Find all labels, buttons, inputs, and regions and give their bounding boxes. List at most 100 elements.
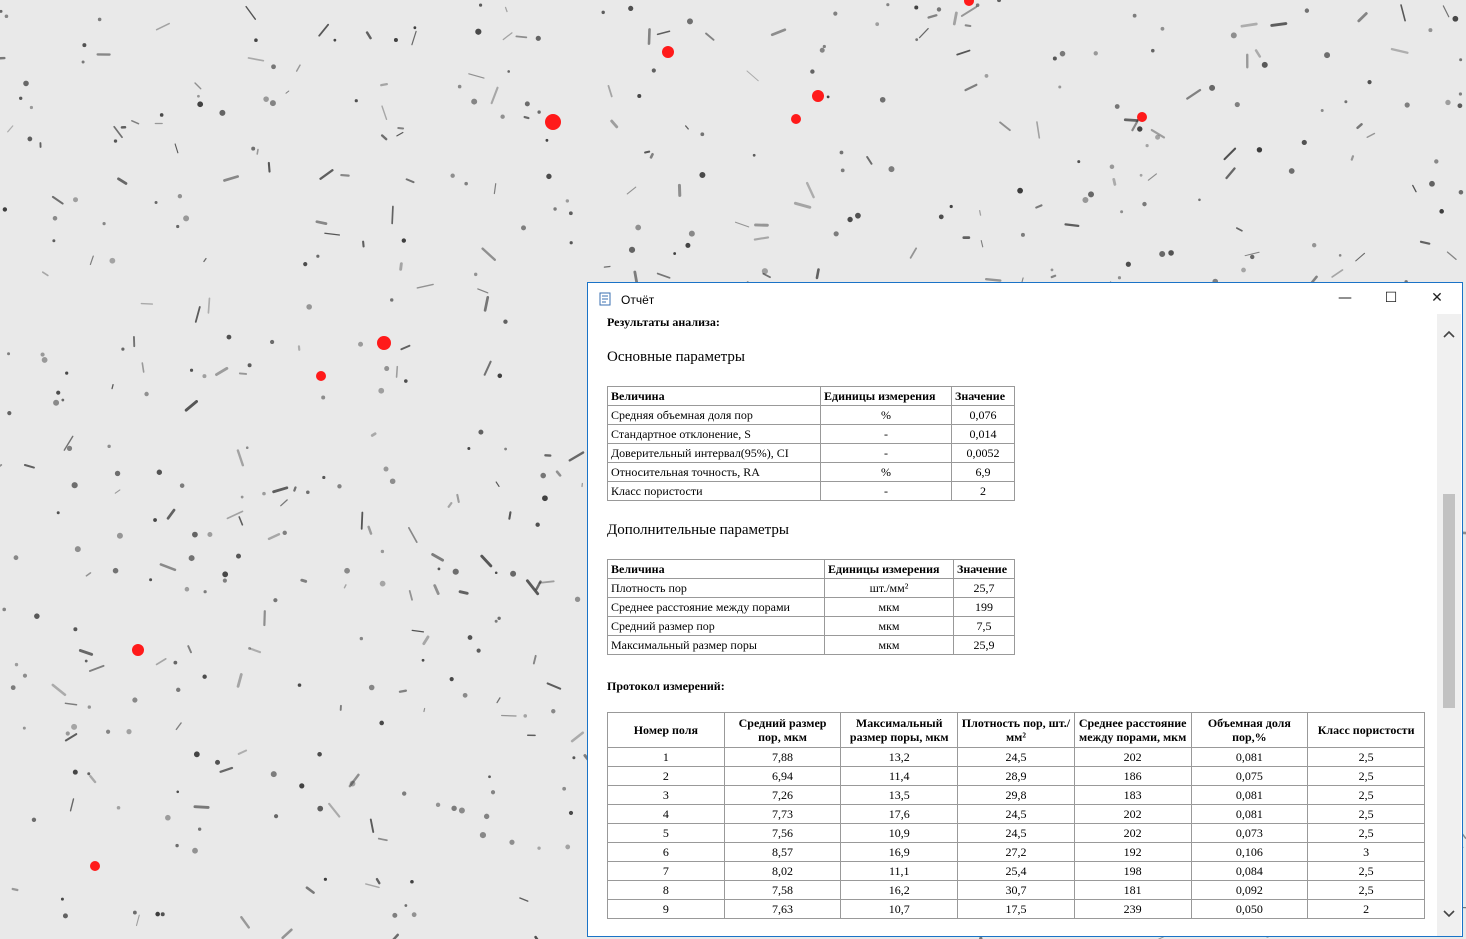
particle (52, 239, 56, 243)
particle (389, 478, 396, 485)
particle (156, 469, 163, 475)
particle (535, 522, 540, 527)
table-cell: - (820, 481, 952, 501)
particle (473, 272, 478, 277)
particle (333, 38, 337, 42)
table-cell: мкм (824, 635, 954, 655)
table-cell: 0,092 (1190, 880, 1309, 900)
table-cell: 0,106 (1190, 842, 1309, 862)
particle (1159, 251, 1166, 258)
particle (203, 590, 207, 594)
particle (202, 674, 207, 679)
particle (197, 827, 202, 831)
particle (321, 395, 326, 400)
table-row: Максимальный размер поры мкм 25,9 (607, 635, 1015, 655)
particle (565, 199, 570, 203)
table-cell: 8,02 (723, 861, 842, 881)
particle (479, 831, 487, 839)
particle (176, 790, 180, 794)
particle (551, 709, 556, 714)
minimize-button[interactable]: — (1322, 283, 1368, 313)
particle (1077, 160, 1081, 164)
particle (1117, 276, 1122, 280)
particle (1125, 261, 1131, 267)
particle (467, 635, 473, 640)
table-row: Доверительный интервал(95%), CI -0,0052 (607, 443, 1015, 463)
vertical-scrollbar[interactable] (1437, 314, 1461, 936)
column-header: Среднее расстояние между порами, мкм (1073, 712, 1192, 748)
maximize-button[interactable]: ☐ (1368, 283, 1414, 313)
particle (66, 445, 73, 451)
particle (271, 64, 276, 70)
particle (542, 495, 548, 502)
column-header: Объемная доля пор,% (1190, 712, 1309, 748)
particle (207, 531, 213, 537)
particle (317, 805, 324, 812)
particle (545, 138, 549, 142)
particle (173, 660, 178, 665)
particle (449, 677, 454, 682)
table-cell: 0,081 (1190, 804, 1309, 824)
particle (1445, 99, 1451, 106)
particle (644, 150, 651, 154)
table-cell: 4 (607, 804, 725, 824)
particle (73, 627, 78, 632)
table-cell: 2,5 (1307, 766, 1425, 786)
table-cell: 239 (1073, 899, 1192, 919)
particle (451, 805, 457, 812)
particle (1230, 32, 1237, 39)
table-row: Относительная точность, RA% 6,9 (607, 462, 1015, 482)
particle (153, 518, 157, 522)
particle (815, 268, 820, 280)
particle (452, 568, 459, 575)
close-button[interactable]: ✕ (1414, 283, 1460, 313)
particle (303, 262, 308, 267)
table-cell: 199 (953, 597, 1015, 617)
particle (1059, 50, 1066, 57)
particle (112, 567, 119, 574)
scroll-thumb[interactable] (1443, 494, 1455, 708)
particle (515, 35, 528, 39)
particle (65, 371, 69, 375)
particle (1311, 243, 1317, 248)
particle (398, 689, 408, 693)
table-row: 1 7,88 13,2 24,5 202 0,081 2,5 (607, 747, 1425, 767)
particle (1452, 15, 1459, 22)
particle (1270, 22, 1288, 27)
title-bar[interactable]: Отчёт — ☐ ✕ (588, 283, 1462, 314)
scroll-up-icon[interactable] (1437, 322, 1461, 346)
table-cell: 0,050 (1190, 899, 1309, 919)
extra-parameters-table: Величина Единицы измерения Значение Плотно… (607, 559, 1015, 655)
particle (537, 110, 541, 114)
particle (165, 814, 171, 821)
highlighted-pore (132, 644, 144, 656)
particle (197, 101, 204, 108)
table-header-row: Номер поля Средний размер пор, мкм Максима… (607, 712, 1425, 748)
particle (1017, 187, 1024, 194)
scroll-down-icon[interactable] (1437, 902, 1461, 926)
table-row: 9 7,63 10,7 17,5 239 0,050 2 (607, 899, 1425, 919)
particle (184, 586, 190, 592)
particle (322, 475, 326, 480)
table-row: 4 7,73 17,6 24,5 202 0,081 2,5 (607, 804, 1425, 824)
particle (1064, 223, 1080, 228)
particle (102, 222, 106, 226)
particle (323, 877, 327, 881)
report-window[interactable]: Отчёт — ☐ ✕ Результаты анализа: Основные… (587, 282, 1463, 937)
particle (97, 17, 102, 22)
particle (1256, 147, 1263, 153)
particle (1429, 180, 1435, 187)
table-cell: 2,5 (1307, 747, 1425, 767)
particle (177, 194, 183, 199)
particle (23, 80, 29, 87)
particle (370, 432, 377, 437)
table-cell: 0,076 (951, 405, 1015, 425)
particle (245, 446, 249, 450)
table-row: 5 7,56 10,9 24,5 202 0,073 2,5 (607, 823, 1425, 843)
table-cell: 198 (1073, 861, 1192, 881)
particle (263, 96, 269, 102)
column-header: Величина (607, 559, 825, 579)
particle (503, 319, 508, 324)
particle (149, 578, 153, 582)
table-header-row: Величина Единицы измерения Значение (607, 386, 1015, 406)
